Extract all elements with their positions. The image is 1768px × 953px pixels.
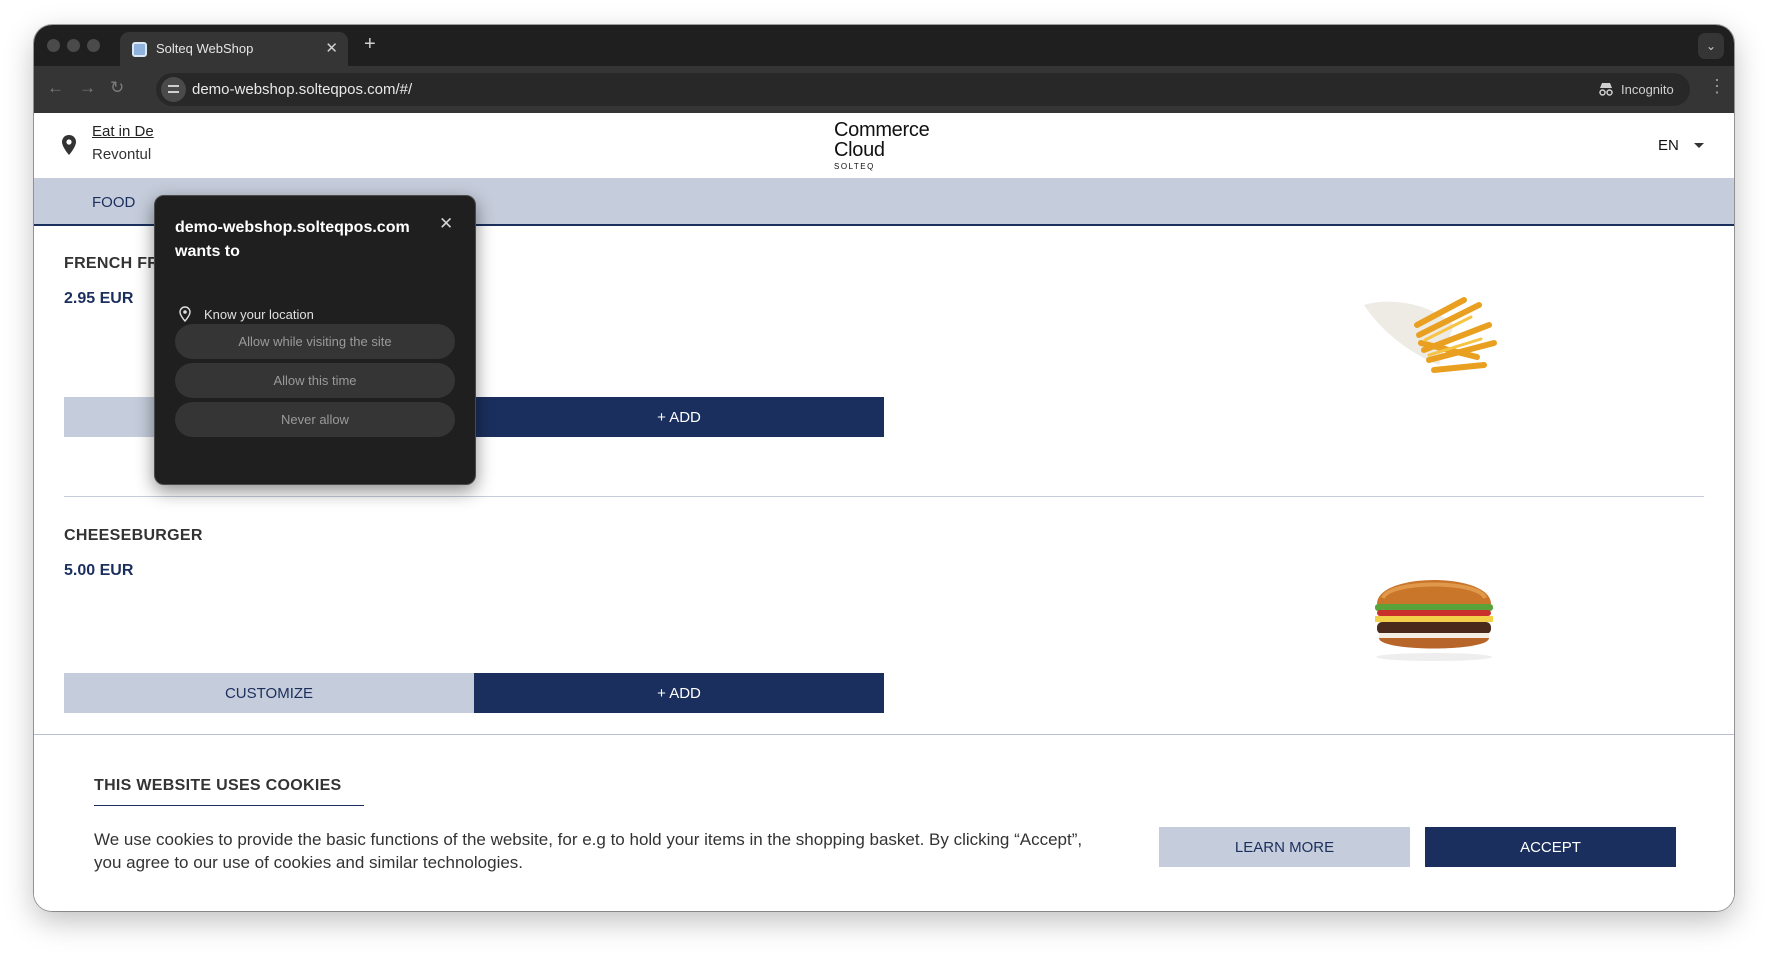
french-fries-image (1364, 297, 1497, 373)
browser-window: Solteq WebShop ✕ + ⌄ ← → ↻ demo-webshop.… (34, 25, 1734, 911)
tab-title: Solteq WebShop (156, 41, 254, 56)
forward-button[interactable]: → (79, 78, 96, 98)
close-window-button[interactable] (47, 39, 60, 52)
browser-menu-icon[interactable]: ⋮ (1708, 76, 1726, 97)
permission-title: demo-webshop.solteqpos.com wants to (175, 219, 410, 260)
language-selector[interactable]: EN (1658, 137, 1679, 154)
product-divider (64, 496, 1704, 497)
new-tab-button[interactable]: + (364, 33, 376, 56)
browser-tab[interactable]: Solteq WebShop ✕ (120, 32, 348, 66)
add-button[interactable]: + ADD (474, 673, 884, 713)
chevron-down-icon[interactable] (1694, 143, 1704, 148)
location-pin-icon (62, 135, 76, 155)
tab-food[interactable]: FOOD (92, 194, 135, 211)
maximize-window-button[interactable] (87, 39, 100, 52)
product-price: 5.00 EUR (64, 562, 134, 579)
page-content: Eat in De Revontul Commerce Cloud SOLTEQ… (34, 113, 1734, 911)
favicon-icon (132, 42, 147, 57)
site-info-icon[interactable] (161, 77, 186, 102)
minimize-window-button[interactable] (67, 39, 80, 52)
product-name: FRENCH FR (64, 255, 160, 272)
location-icon (179, 306, 191, 322)
close-icon[interactable]: ✕ (439, 214, 453, 234)
product-name: CHEESEBURGER (64, 527, 203, 544)
allow-while-visiting-button[interactable]: Allow while visiting the site (175, 324, 455, 359)
store-address: Revontul (92, 146, 152, 163)
site-logo[interactable]: Commerce Cloud SOLTEQ (834, 120, 930, 171)
cookie-title-underline (94, 805, 364, 806)
store-selector-link[interactable]: Eat in De (92, 123, 154, 140)
product-item: CHEESEBURGER 5.00 EUR CUSTOMIZE + ADD (64, 527, 1704, 737)
tab-strip: Solteq WebShop ✕ + ⌄ (34, 25, 1734, 66)
cheeseburger-image (1375, 580, 1493, 661)
add-button[interactable]: + ADD (474, 397, 884, 437)
address-bar[interactable]: demo-webshop.solteqpos.com/#/ ☆ (156, 73, 1616, 106)
site-header: Eat in De Revontul Commerce Cloud SOLTEQ… (34, 113, 1734, 178)
customize-button[interactable]: CUSTOMIZE (64, 673, 474, 713)
browser-toolbar: ← → ↻ demo-webshop.solteqpos.com/#/ ☆ In… (34, 66, 1734, 113)
tab-close-icon[interactable]: ✕ (325, 39, 338, 57)
back-button[interactable]: ← (47, 78, 64, 98)
incognito-badge[interactable]: Incognito (1586, 73, 1690, 106)
url-text[interactable]: demo-webshop.solteqpos.com/#/ (192, 81, 412, 98)
cookie-banner: THIS WEBSITE USES COOKIES We use cookies… (34, 734, 1734, 911)
allow-this-time-button[interactable]: Allow this time (175, 363, 455, 398)
learn-more-button[interactable]: LEARN MORE (1159, 827, 1410, 867)
accept-button[interactable]: ACCEPT (1425, 827, 1676, 867)
cookie-title: THIS WEBSITE USES COOKIES (94, 777, 342, 794)
product-price: 2.95 EUR (64, 290, 134, 307)
screen: Solteq WebShop ✕ + ⌄ ← → ↻ demo-webshop.… (0, 0, 1768, 953)
cookie-text: We use cookies to provide the basic func… (94, 830, 1083, 872)
tab-search-button[interactable]: ⌄ (1698, 33, 1724, 59)
incognito-icon (1599, 83, 1613, 96)
never-allow-button[interactable]: Never allow (175, 402, 455, 437)
reload-button[interactable]: ↻ (110, 78, 124, 98)
incognito-label: Incognito (1621, 82, 1674, 97)
location-permission-popup: demo-webshop.solteqpos.com wants to ✕ Kn… (154, 195, 476, 485)
permission-label: Know your location (204, 307, 314, 322)
